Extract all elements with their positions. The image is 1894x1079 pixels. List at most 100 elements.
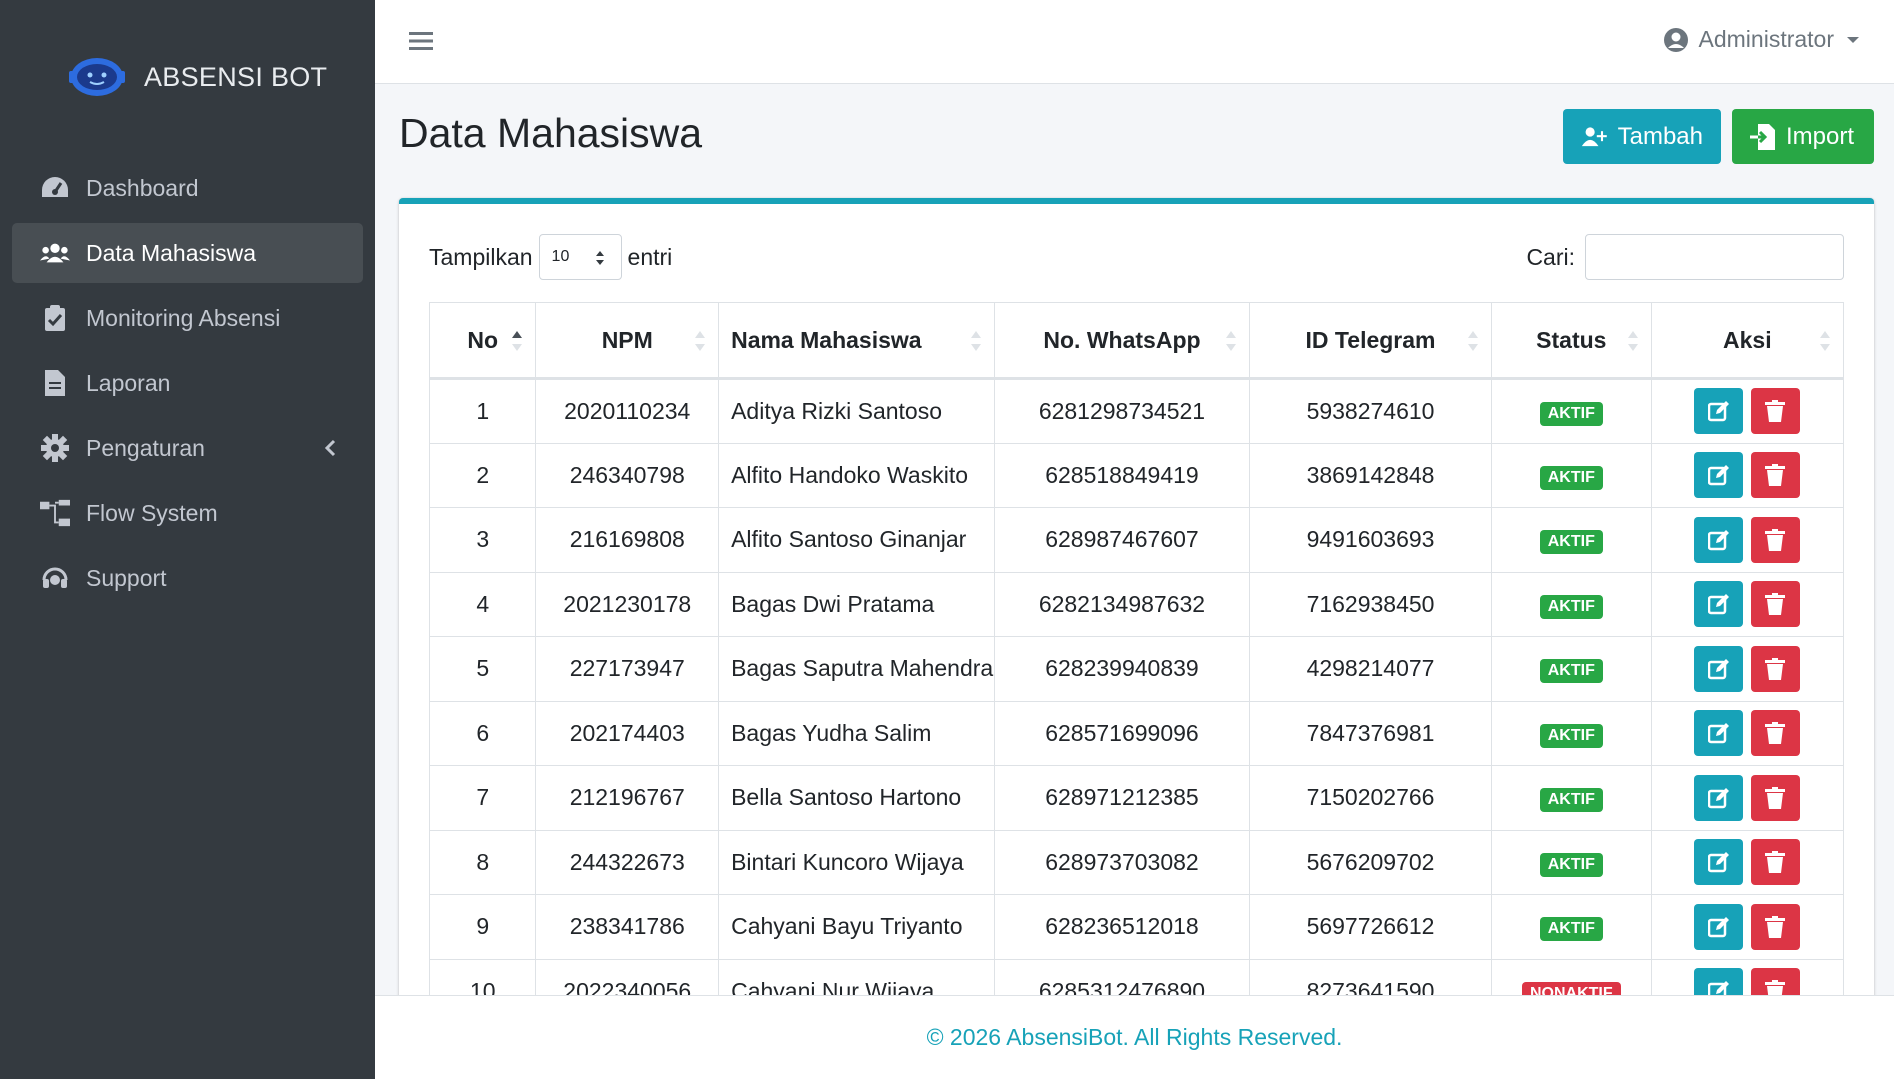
cell-status: AKTIF [1490, 636, 1652, 702]
user-menu-dropdown[interactable]: Administrator [1663, 26, 1860, 53]
edit-button[interactable] [1694, 774, 1744, 821]
edit-icon [1708, 401, 1730, 422]
column-header-nama[interactable]: Nama Mahasiswa [718, 302, 995, 380]
delete-button[interactable] [1751, 516, 1801, 563]
users-icon [40, 238, 70, 268]
cell-telegram: 5676209702 [1249, 829, 1492, 895]
user-name: Administrator [1698, 26, 1834, 52]
search-control: Cari: [1526, 234, 1844, 280]
entries-select[interactable]: 10 [538, 234, 622, 280]
tambah-button[interactable]: Tambah [1563, 109, 1721, 164]
import-button[interactable]: Import [1732, 109, 1874, 164]
trash-icon [1765, 915, 1786, 938]
sidebar-item-laporan[interactable]: Laporan [12, 353, 363, 413]
table-row: 9 238341786 Cahyani Bayu Triyanto 628236512… [428, 894, 1845, 960]
entries-value: 10 [551, 248, 570, 265]
cell-aksi [1650, 700, 1845, 766]
user-plus-icon [1581, 126, 1607, 146]
trash-icon [1765, 786, 1786, 809]
delete-button[interactable] [1751, 581, 1801, 628]
edit-button[interactable] [1694, 388, 1744, 435]
status-badge: AKTIF [1539, 852, 1603, 877]
mahasiswa-table: No NPM Nama Mahasiswa No. WhatsApp ID Te… [428, 302, 1845, 995]
sidebar-item-support[interactable]: Support [12, 548, 363, 608]
cell-npm: 2022340056 [535, 958, 720, 995]
user-circle-icon [1663, 27, 1688, 52]
import-label: Import [1786, 122, 1855, 150]
cell-nama: Bagas Yudha Salim [718, 700, 995, 766]
table-row: 7 212196767 Bella Santoso Hartono 628971212… [428, 765, 1845, 831]
sort-icon [1226, 331, 1237, 351]
edit-icon [1708, 787, 1730, 808]
sidebar-item-dashboard[interactable]: Dashboard [12, 158, 363, 218]
edit-button[interactable] [1694, 968, 1744, 995]
trash-icon [1765, 657, 1786, 680]
column-header-status[interactable]: Status [1490, 302, 1652, 380]
table-row: 10 2022340056 Cahyani Nur Wijaya 6285312476… [428, 958, 1845, 995]
delete-button[interactable] [1751, 452, 1801, 499]
cell-telegram: 7150202766 [1249, 765, 1492, 831]
cell-aksi [1650, 765, 1845, 831]
entries-length-control: Tampilkan 10 entri [429, 234, 672, 280]
cell-no: 2 [428, 442, 537, 508]
content-wrapper: Data Mahasiswa Tambah Import Tampilkan 1… [375, 84, 1894, 995]
cell-status: AKTIF [1490, 700, 1652, 766]
delete-button[interactable] [1751, 839, 1801, 886]
delete-button[interactable] [1751, 903, 1801, 950]
status-badge: AKTIF [1539, 917, 1603, 942]
hamburger-menu-icon[interactable] [409, 30, 433, 52]
tambah-label: Tambah [1617, 122, 1703, 150]
cell-npm: 246340798 [535, 442, 720, 508]
cell-npm: 216169808 [535, 507, 720, 573]
clipboard-check-icon [40, 303, 70, 333]
edit-button[interactable] [1694, 710, 1744, 757]
edit-button[interactable] [1694, 839, 1744, 886]
cell-whatsapp: 6282134987632 [993, 571, 1251, 637]
delete-button[interactable] [1751, 968, 1801, 995]
table-row: 4 2021230178 Bagas Dwi Pratama 628213498763… [428, 571, 1845, 637]
sort-icon [970, 331, 981, 351]
page-title: Data Mahasiswa [399, 110, 703, 156]
table-row: 2 246340798 Alfito Handoko Waskito 62851884… [428, 442, 1845, 508]
edit-button[interactable] [1694, 452, 1744, 499]
sidebar-item-flow-system[interactable]: Flow System [12, 483, 363, 543]
column-header-whatsapp[interactable]: No. WhatsApp [993, 302, 1251, 380]
cell-aksi [1650, 636, 1845, 702]
column-header-npm[interactable]: NPM [535, 302, 720, 380]
delete-button[interactable] [1751, 710, 1801, 757]
brand-link[interactable]: ABSENSI BOT [0, 35, 375, 119]
cell-nama: Bagas Dwi Pratama [718, 571, 995, 637]
sidebar-item-label: Data Mahasiswa [86, 239, 257, 266]
column-label: No [467, 326, 499, 353]
footer: © 2026 AbsensiBot. All Rights Reserved. [375, 995, 1894, 1079]
delete-button[interactable] [1751, 388, 1801, 435]
cell-status: AKTIF [1490, 829, 1652, 895]
cell-whatsapp: 6281298734521 [993, 378, 1251, 444]
cell-status: AKTIF [1490, 894, 1652, 960]
gear-icon [40, 433, 70, 463]
column-header-no[interactable]: No [428, 302, 537, 380]
column-label: ID Telegram [1305, 326, 1436, 353]
sidebar-item-pengaturan[interactable]: Pengaturan [12, 418, 363, 478]
delete-button[interactable] [1751, 645, 1801, 692]
table-row: 3 216169808 Alfito Santoso Ginanjar 6289874… [428, 507, 1845, 573]
delete-button[interactable] [1751, 774, 1801, 821]
edit-button[interactable] [1694, 516, 1744, 563]
edit-button[interactable] [1694, 903, 1744, 950]
sidebar-item-label: Pengaturan [86, 434, 205, 461]
status-badge: AKTIF [1539, 465, 1603, 490]
column-header-telegram[interactable]: ID Telegram [1249, 302, 1492, 380]
sidebar-item-monitoring-absensi[interactable]: Monitoring Absensi [12, 288, 363, 348]
column-header-aksi[interactable]: Aksi [1650, 302, 1845, 380]
search-input[interactable] [1585, 234, 1844, 280]
cell-npm: 227173947 [535, 636, 720, 702]
sidebar-item-data-mahasiswa[interactable]: Data Mahasiswa [12, 223, 363, 283]
cell-no: 10 [428, 958, 537, 995]
status-badge: AKTIF [1539, 401, 1603, 426]
edit-button[interactable] [1694, 645, 1744, 692]
top-navbar: Administrator [375, 0, 1894, 84]
edit-button[interactable] [1694, 581, 1744, 628]
cell-telegram: 7847376981 [1249, 700, 1492, 766]
cell-nama: Aditya Rizki Santoso [718, 378, 995, 444]
file-icon [40, 368, 70, 398]
